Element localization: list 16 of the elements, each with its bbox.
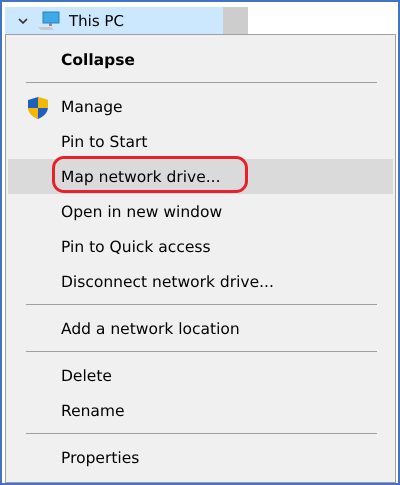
menu-item[interactable]: Properties — [8, 440, 393, 475]
computer-icon — [37, 10, 61, 30]
menu-item[interactable]: Map network drive... — [8, 159, 393, 194]
tree-item-label: This PC — [69, 12, 124, 30]
menu-item[interactable]: Collapse — [8, 42, 393, 77]
tree-item[interactable]: This PC — [5, 7, 223, 34]
menu-item[interactable]: Manage — [8, 89, 393, 124]
menu-item[interactable]: Add a network location — [8, 311, 393, 346]
shield-icon — [27, 96, 49, 120]
menu-item[interactable]: Pin to Start — [8, 124, 393, 159]
menu-item[interactable]: Pin to Quick access — [8, 229, 393, 264]
menu-item[interactable]: Disconnect network drive... — [8, 264, 393, 299]
menu-item[interactable]: Rename — [8, 393, 393, 428]
scrollbar[interactable] — [223, 7, 248, 34]
menu-item[interactable]: Delete — [8, 358, 393, 393]
menu-item[interactable]: Open in new window — [8, 194, 393, 229]
